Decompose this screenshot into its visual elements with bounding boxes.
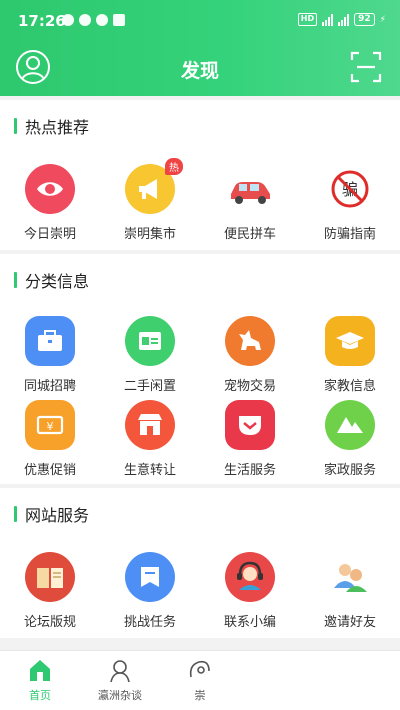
grid-item-market[interactable]: 热 崇明集市 (100, 158, 200, 242)
grid-item-label: 联系小编 (223, 615, 276, 630)
shop-icon (125, 400, 175, 450)
status-bar: 17:26 HD 92 ⚡ (0, 0, 400, 40)
id-card-icon (125, 316, 175, 366)
grid-item-pets[interactable]: 宠物交易 (200, 316, 300, 394)
grid-item-challenge-tasks[interactable]: 挑战任务 (100, 552, 200, 630)
grid-item-promotions[interactable]: ¥ 优惠促销 (0, 400, 100, 478)
section-title: 热点推荐 (25, 118, 90, 137)
status-time: 17:26 (18, 12, 66, 30)
section-title: 网站服务 (25, 506, 90, 525)
tab-home[interactable]: 首页 (0, 657, 80, 703)
eye-icon (25, 164, 75, 214)
grid-item-label: 家政服务 (323, 463, 376, 478)
tab-yingzhou-talk[interactable]: 瀛洲杂谈 (80, 657, 160, 703)
grid-item-label: 邀请好友 (323, 615, 376, 630)
section-header: 分类信息 (14, 268, 89, 292)
no-scam-icon: 骗 (325, 164, 375, 214)
grid-item-invite-friends[interactable]: 邀请好友 (300, 552, 400, 630)
site-services-section: 网站服务 论坛版规 挑战任务 联系小编 邀请好友 (0, 488, 400, 638)
battery-icon: 92 (354, 13, 375, 26)
grid-item-forum-rules[interactable]: 论坛版规 (0, 552, 100, 630)
grid-item-label: 生意转让 (123, 463, 176, 478)
coupon-icon: ¥ (25, 400, 75, 450)
grid-item-label: 防骗指南 (323, 227, 376, 242)
tab-label: 首页 (29, 689, 51, 702)
grid-item-anti-scam[interactable]: 骗 防骗指南 (300, 164, 400, 242)
app-notification-icon (62, 14, 74, 26)
grid-item-label: 宠物交易 (223, 379, 276, 394)
graduation-cap-icon (325, 316, 375, 366)
grid-item-carpool[interactable]: 便民拼车 (200, 164, 300, 242)
grid-item-label: 生活服务 (223, 463, 276, 478)
message-icon (96, 14, 108, 26)
page-title: 发现 (180, 60, 219, 82)
grid-item-label: 崇明集市 (123, 227, 176, 242)
system-status: HD 92 ⚡ (297, 13, 386, 26)
grid-item-label: 挑战任务 (123, 615, 176, 630)
obscured-area (210, 652, 400, 710)
grid-item-label: 论坛版规 (23, 615, 76, 630)
grid-item-label: 二手闲置 (123, 379, 176, 394)
home-icon (27, 657, 53, 683)
charging-icon: ⚡ (379, 14, 386, 25)
signal-4g-icon (322, 13, 334, 26)
grid-item-business-transfer[interactable]: 生意转让 (100, 400, 200, 478)
app-badge-icon (113, 14, 125, 26)
task-icon (125, 552, 175, 602)
section-accent-bar (14, 272, 17, 288)
pocket-icon (225, 400, 275, 450)
section-title: 分类信息 (25, 272, 90, 291)
grid-item-housekeeping[interactable]: 家政服务 (300, 400, 400, 478)
dog-icon (225, 316, 275, 366)
section-accent-bar (14, 118, 17, 134)
hd-icon: HD (297, 13, 318, 26)
grid-item-label: 同城招聘 (23, 379, 76, 394)
grid-item-label: 优惠促销 (23, 463, 76, 478)
car-icon (225, 164, 275, 214)
grid-item-today-chongming[interactable]: 今日崇明 (0, 164, 100, 242)
app-header: 17:26 HD 92 ⚡ 发现 (0, 0, 400, 96)
wechat-icon (79, 14, 91, 26)
signal-5g-icon (338, 13, 350, 26)
scan-icon (350, 51, 382, 83)
book-icon (25, 552, 75, 602)
briefcase-icon (25, 316, 75, 366)
notification-icons (62, 14, 125, 26)
scan-button[interactable] (350, 50, 382, 84)
tab-label: 瀛洲杂谈 (98, 689, 142, 702)
grid-item-label: 今日崇明 (23, 227, 76, 242)
headset-icon (225, 552, 275, 602)
megaphone-icon: 热 (125, 158, 183, 214)
grid-item-jobs[interactable]: 同城招聘 (0, 316, 100, 394)
grid-item-label: 家教信息 (323, 379, 376, 394)
mountain-icon (325, 400, 375, 450)
grid-item-contact-editor[interactable]: 联系小编 (200, 552, 300, 630)
friends-icon (325, 552, 375, 602)
chat-person-icon (107, 657, 133, 683)
section-header: 热点推荐 (14, 114, 89, 138)
grid-item-secondhand[interactable]: 二手闲置 (100, 316, 200, 394)
grid-item-tutoring[interactable]: 家教信息 (300, 316, 400, 394)
hot-section: 热点推荐 今日崇明 热 崇明集市 便民拼车 骗 防骗指南 (0, 100, 400, 250)
hot-badge: 热 (165, 158, 183, 175)
svg-text:¥: ¥ (47, 420, 54, 433)
section-header: 网站服务 (14, 502, 89, 526)
section-accent-bar (14, 506, 17, 522)
grid-item-life-services[interactable]: 生活服务 (200, 400, 300, 478)
grid-item-label: 便民拼车 (223, 227, 276, 242)
category-section: 分类信息 同城招聘 二手闲置 宠物交易 家教信息 ¥ 优惠促销 生意转让 生活服… (0, 254, 400, 484)
